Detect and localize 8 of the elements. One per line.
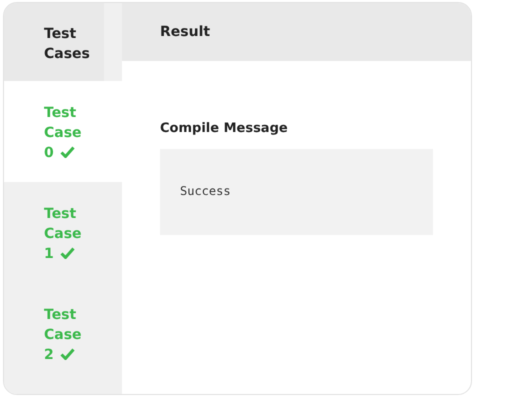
checkmark-icon: [60, 348, 75, 360]
compile-message-output: Success: [160, 149, 433, 235]
checkmark-icon: [60, 247, 75, 259]
checkmark-icon: [60, 146, 75, 158]
result-heading: Result: [122, 3, 471, 61]
section-title: Compile Message: [160, 121, 289, 136]
sidebar-heading: Test Cases: [4, 3, 104, 81]
test-case-tab[interactable]: Test Case 0: [4, 81, 122, 182]
